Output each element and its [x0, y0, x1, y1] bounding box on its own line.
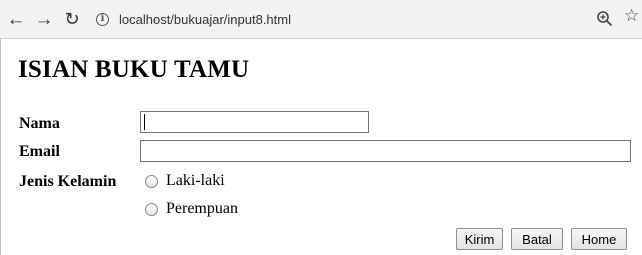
radio-label-laki-laki: Laki-laki [166, 172, 225, 189]
radio-label-perempuan: Perempuan [166, 200, 238, 217]
email-input[interactable] [140, 140, 631, 162]
radio-option-perempuan[interactable]: Perempuan [145, 200, 238, 218]
back-arrow-icon[interactable]: ← [6, 9, 26, 29]
forward-arrow-icon[interactable]: → [34, 9, 54, 29]
gender-label: Jenis Kelamin [19, 173, 117, 190]
page-left-border [0, 39, 1, 255]
zoom-icon[interactable] [596, 10, 614, 28]
submit-button[interactable]: Kirim [456, 228, 503, 250]
radio-button-laki-laki[interactable] [145, 174, 158, 188]
bookmark-star-icon[interactable]: ☆ [624, 7, 639, 24]
url-text: localhost/bukuajar/input8.html [119, 11, 291, 27]
radio-button-perempuan[interactable] [145, 202, 158, 216]
radio-option-laki-laki[interactable]: Laki-laki [145, 172, 225, 190]
nama-input[interactable] [140, 111, 369, 133]
nama-label: Nama [19, 115, 60, 132]
reload-icon[interactable]: ↻ [62, 9, 82, 29]
info-icon[interactable]: i [96, 12, 109, 26]
email-label: Email [19, 143, 60, 160]
page-title: ISIAN BUKU TAMU [18, 56, 250, 83]
browser-toolbar: ← → ↻ i localhost/bukuajar/input8.html ☆ [0, 0, 642, 39]
address-bar[interactable]: i localhost/bukuajar/input8.html [96, 6, 596, 32]
home-button[interactable]: Home [571, 228, 627, 250]
reset-button[interactable]: Batal [511, 228, 563, 250]
text-caret [144, 114, 145, 130]
